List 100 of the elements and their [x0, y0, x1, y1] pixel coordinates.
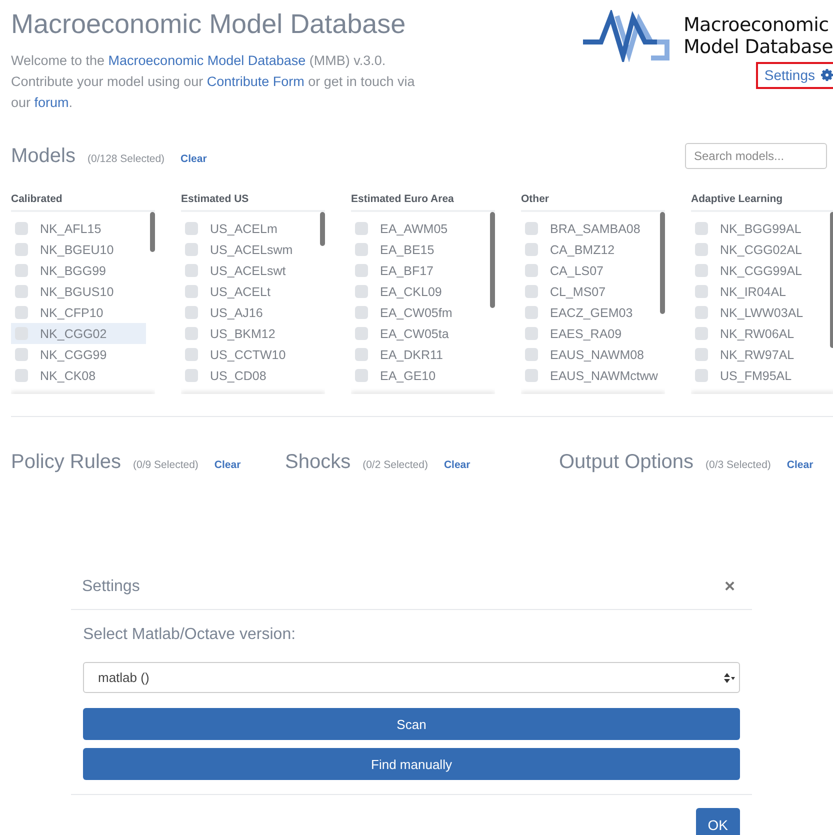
checkbox[interactable] — [185, 243, 198, 256]
checkbox[interactable] — [185, 327, 198, 340]
model-item[interactable]: NK_BGEU10 — [11, 239, 146, 260]
checkbox[interactable] — [15, 264, 28, 277]
checkbox[interactable] — [15, 243, 28, 256]
checkbox[interactable] — [695, 222, 708, 235]
checkbox[interactable] — [185, 348, 198, 361]
page-title: Macroeconomic Model Database — [11, 8, 407, 40]
ok-button[interactable]: OK — [696, 808, 740, 835]
model-item[interactable]: CL_MS07 — [521, 281, 656, 302]
clear-link[interactable]: Clear — [180, 152, 207, 164]
checkbox[interactable] — [15, 306, 28, 319]
model-item[interactable]: NK_CFP10 — [11, 302, 146, 323]
checkbox[interactable] — [525, 222, 538, 235]
model-item[interactable]: EA_CW05ta — [351, 323, 486, 344]
action-button[interactable]: Scan — [83, 708, 740, 740]
model-item[interactable]: NK_AFL15 — [11, 218, 146, 239]
checkbox[interactable] — [525, 348, 538, 361]
clear-link[interactable]: Clear — [444, 459, 470, 471]
checkbox[interactable] — [15, 285, 28, 298]
model-item[interactable]: US_ACELswm — [181, 239, 316, 260]
model-item[interactable]: BRA_SAMBA08 — [521, 218, 656, 239]
action-button[interactable]: Find manually — [83, 748, 740, 780]
model-item[interactable]: US_AJ16 — [181, 302, 316, 323]
model-item[interactable]: NK_CGG99 — [11, 344, 146, 365]
model-item[interactable]: US_ACELm — [181, 218, 316, 239]
checkbox[interactable] — [355, 222, 368, 235]
checkbox[interactable] — [185, 369, 198, 382]
model-item[interactable]: EACZ_GEM03 — [521, 302, 656, 323]
checkbox[interactable] — [355, 369, 368, 382]
version-select[interactable]: matlab () — [83, 662, 740, 693]
checkbox[interactable] — [525, 327, 538, 340]
model-item[interactable]: US_CD08 — [181, 365, 316, 386]
model-item[interactable]: CA_LS07 — [521, 260, 656, 281]
checkbox[interactable] — [15, 222, 28, 235]
checkbox[interactable] — [15, 369, 28, 382]
checkbox[interactable] — [355, 327, 368, 340]
scrollbar-thumb[interactable] — [320, 212, 325, 246]
model-item[interactable]: EAUS_NAWM08 — [521, 344, 656, 365]
model-item[interactable]: NK_BGG99AL — [691, 218, 826, 239]
model-item[interactable]: US_CCTW10 — [181, 344, 316, 365]
model-item[interactable]: EAUS_NAWMctww — [521, 365, 656, 386]
scrollbar-thumb[interactable] — [660, 212, 665, 314]
checkbox[interactable] — [185, 306, 198, 319]
clear-link[interactable]: Clear — [786, 459, 814, 471]
intro-link[interactable]: forum — [34, 95, 69, 110]
checkbox[interactable] — [355, 348, 368, 361]
model-item[interactable]: NK_CGG02 — [11, 323, 146, 344]
checkbox[interactable] — [15, 348, 28, 361]
checkbox[interactable] — [525, 243, 538, 256]
checkbox[interactable] — [525, 369, 538, 382]
model-item[interactable]: NK_CGG99AL — [691, 260, 826, 281]
model-item[interactable]: NK_BGG99 — [11, 260, 146, 281]
model-item[interactable]: NK_CK08 — [11, 365, 146, 386]
model-item[interactable]: NK_CGG02AL — [691, 239, 826, 260]
model-item[interactable]: EA_DKR11 — [351, 344, 486, 365]
close-button[interactable]: × — [718, 576, 741, 597]
model-item[interactable]: NK_BGUS10 — [11, 281, 146, 302]
model-item[interactable]: CA_BMZ12 — [521, 239, 656, 260]
model-item[interactable]: EA_BF17 — [351, 260, 486, 281]
checkbox[interactable] — [525, 306, 538, 319]
checkbox[interactable] — [695, 348, 708, 361]
checkbox[interactable] — [355, 285, 368, 298]
model-item[interactable]: EAES_RA09 — [521, 323, 656, 344]
checkbox[interactable] — [525, 285, 538, 298]
checkbox[interactable] — [185, 264, 198, 277]
model-item[interactable]: NK_LWW03AL — [691, 302, 826, 323]
checkbox[interactable] — [185, 285, 198, 298]
checkbox[interactable] — [695, 306, 708, 319]
model-item[interactable]: EA_GE10 — [351, 365, 486, 386]
model-item[interactable]: US_ACELt — [181, 281, 316, 302]
intro-link[interactable]: Macroeconomic Model Database — [108, 53, 306, 68]
model-item[interactable]: NK_RW06AL — [691, 323, 826, 344]
scrollbar-thumb[interactable] — [150, 212, 155, 252]
scrollbar-thumb[interactable] — [490, 212, 495, 308]
checkbox[interactable] — [185, 222, 198, 235]
checkbox[interactable] — [525, 264, 538, 277]
section-title: Output Options — [559, 451, 694, 474]
checkbox[interactable] — [695, 327, 708, 340]
model-item[interactable]: NK_IR04AL — [691, 281, 826, 302]
model-item[interactable]: EA_CW05fm — [351, 302, 486, 323]
model-item[interactable]: US_FM95AL — [691, 365, 826, 386]
search-field[interactable]: Search models... — [685, 143, 827, 169]
checkbox[interactable] — [355, 306, 368, 319]
model-item[interactable]: US_BKM12 — [181, 323, 316, 344]
model-item[interactable]: EA_AWM05 — [351, 218, 486, 239]
checkbox[interactable] — [695, 243, 708, 256]
model-item[interactable]: US_ACELswt — [181, 260, 316, 281]
checkbox[interactable] — [695, 264, 708, 277]
model-item[interactable]: NK_RW97AL — [691, 344, 826, 365]
model-item[interactable]: EA_CKL09 — [351, 281, 486, 302]
checkbox[interactable] — [355, 264, 368, 277]
checkbox[interactable] — [355, 243, 368, 256]
clear-link[interactable]: Clear — [214, 459, 241, 471]
field-label: Select Matlab/Octave version: — [83, 626, 297, 644]
checkbox[interactable] — [695, 369, 708, 382]
intro-link[interactable]: Contribute Form — [206, 74, 304, 89]
model-item[interactable]: EA_BE15 — [351, 239, 486, 260]
checkbox[interactable] — [695, 285, 708, 298]
settings-link[interactable]: Settings — [756, 62, 833, 89]
